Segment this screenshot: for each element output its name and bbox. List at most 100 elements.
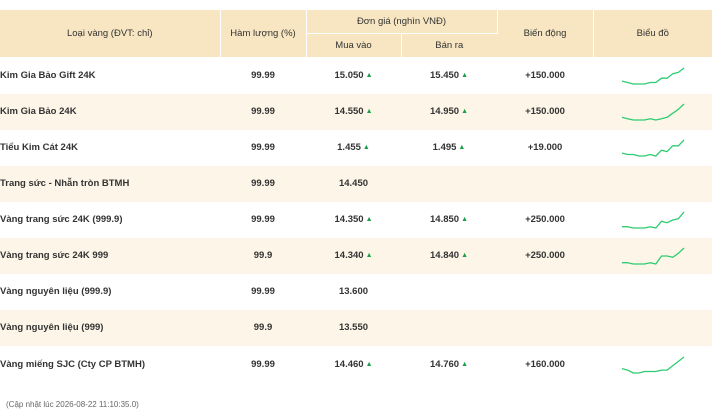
change-cell	[497, 165, 594, 202]
buy-price-cell: 13.550	[306, 309, 401, 346]
purity-value: 99.99	[251, 359, 275, 370]
sparkline-cell	[593, 202, 712, 238]
purity-value: 99.99	[251, 70, 275, 81]
change-value: +250.000	[525, 214, 565, 225]
sparkline-path	[621, 66, 684, 85]
purity-cell: 99.99	[220, 130, 306, 166]
gold-type-name: Vàng trang sức 24K (999.9)	[0, 214, 123, 225]
change-cell	[497, 274, 593, 310]
buy-price-cell: 13.600	[306, 274, 401, 310]
purity-value: 99.99	[251, 142, 275, 153]
sparkline-path	[621, 355, 684, 374]
buy-price-value: 14.550	[334, 106, 364, 117]
purity-value: 99.99	[251, 106, 275, 117]
table-row: Vàng nguyên liệu (999) 99.9 13.550	[0, 309, 713, 346]
buy-price-cell: 14.450	[306, 165, 401, 202]
table-row: Trang sức - Nhẫn tròn BTMH 99.99 14.450	[0, 165, 713, 202]
change-cell: +250.000	[497, 237, 594, 274]
trend-sparkline	[621, 103, 684, 121]
sparkline-cell	[593, 309, 713, 346]
up-arrow-icon: ▲	[461, 216, 468, 223]
up-arrow-icon: ▲	[362, 144, 370, 151]
gold-type-cell: Trang sức - Nhẫn tròn BTMH	[0, 165, 220, 202]
change-cell	[497, 309, 594, 346]
buy-price-cell: 14.460 ▲	[306, 346, 401, 384]
purity-cell: 99.99	[220, 57, 306, 94]
trend-sparkline	[621, 247, 684, 265]
last-updated-text: (Cập nhật lúc 2026-08-22 11:10:35.0)	[6, 400, 139, 409]
sparkline-path	[621, 211, 685, 229]
up-arrow-icon: ▲	[461, 72, 468, 79]
up-arrow-icon: ▲	[365, 216, 373, 223]
change-cell: +150.000	[497, 93, 594, 130]
change-value: +19.000	[527, 142, 563, 153]
change-value: +250.000	[525, 250, 565, 261]
table-row: Vàng nguyên liệu (999.9) 99.99 13.600	[0, 274, 712, 310]
change-value: +150.000	[525, 70, 565, 81]
change-value: +150.000	[525, 106, 565, 117]
col-header-unit-price: Đơn giá (nghìn VNĐ)	[306, 10, 498, 34]
sell-price-cell: 14.950 ▲	[401, 93, 498, 130]
purity-cell: 99.9	[220, 309, 306, 346]
purity-cell: 99.9	[220, 237, 306, 274]
buy-price-cell: 15.050 ▲	[306, 57, 401, 94]
sell-price-value: 14.850	[430, 214, 460, 225]
gold-type-name: Kim Gia Bảo Gift 24K	[0, 70, 96, 81]
sell-price-value: 14.840	[430, 250, 460, 261]
sparkline-cell	[593, 93, 713, 130]
purity-cell: 99.99	[220, 274, 306, 310]
buy-price-value: 13.600	[338, 286, 369, 297]
sparkline-cell	[593, 57, 712, 94]
col-header-buy: Mua vào	[306, 33, 402, 58]
table-row: Tiểu Kim Cát 24K 99.99 1.455 ▲ 1.495 ▲ +19.000	[0, 130, 712, 166]
sell-price-value: 14.760	[430, 359, 460, 370]
sparkline-cell	[593, 237, 713, 274]
sell-price-cell: 15.450 ▲	[401, 57, 497, 94]
gold-type-name: Vàng nguyên liệu (999.9)	[0, 286, 112, 297]
purity-value: 99.9	[253, 322, 273, 333]
sell-price-cell: 14.850 ▲	[401, 202, 497, 238]
up-arrow-icon: ▲	[365, 361, 373, 368]
sell-price-cell: 1.495 ▲	[401, 130, 497, 166]
sell-price-value: 15.450	[430, 70, 460, 81]
purity-cell: 99.99	[220, 93, 306, 130]
gold-type-name: Tiểu Kim Cát 24K	[0, 142, 78, 153]
col-header-sell: Bán ra	[401, 33, 498, 58]
sell-price-value: 14.950	[430, 106, 460, 117]
change-cell: +250.000	[497, 202, 593, 238]
purity-value: 99.99	[251, 178, 275, 189]
sell-price-cell	[401, 165, 498, 202]
trend-sparkline	[621, 66, 684, 85]
gold-type-cell: Vàng miếng SJC (Cty CP BTMH)	[0, 346, 220, 384]
gold-price-table: Loại vàng (ĐVT: chỉ) Hàm lượng (%) Đơn g…	[0, 10, 713, 384]
gold-type-name: Trang sức - Nhẫn tròn BTMH	[0, 178, 130, 189]
gold-type-cell: Vàng nguyên liệu (999.9)	[0, 274, 220, 310]
change-value: +160.000	[525, 359, 565, 370]
up-arrow-icon: ▲	[461, 361, 468, 368]
up-arrow-icon: ▲	[365, 108, 373, 115]
gold-type-name: Vàng trang sức 24K 999	[0, 250, 109, 261]
sparkline-cell	[593, 165, 713, 202]
buy-price-value: 14.350	[334, 214, 364, 225]
table-row: Kim Gia Bảo 24K 99.99 14.550 ▲ 14.950 ▲ +150.0…	[0, 93, 713, 130]
buy-price-cell: 14.550 ▲	[306, 93, 401, 130]
sparkline-cell	[593, 130, 712, 166]
gold-type-cell: Kim Gia Bảo Gift 24K	[0, 57, 220, 94]
sparkline-path	[621, 103, 684, 121]
trend-sparkline	[621, 139, 684, 157]
table-row: Kim Gia Bảo Gift 24K 99.99 15.050 ▲ 15.450 ▲ +…	[0, 57, 712, 94]
sell-price-cell	[401, 274, 497, 310]
purity-cell: 99.99	[220, 346, 306, 384]
gold-type-name: Vàng miếng SJC (Cty CP BTMH)	[0, 359, 145, 370]
purity-cell: 99.99	[220, 202, 306, 238]
sell-price-cell: 14.760 ▲	[401, 346, 497, 384]
col-header-chart: Biểu đồ	[593, 10, 713, 58]
up-arrow-icon: ▲	[365, 72, 373, 79]
gold-type-cell: Vàng trang sức 24K (999.9)	[0, 202, 220, 238]
change-cell: +160.000	[497, 346, 593, 384]
purity-cell: 99.99	[220, 165, 306, 202]
gold-type-cell: Kim Gia Bảo 24K	[0, 93, 220, 130]
buy-price-value: 13.550	[338, 322, 369, 333]
gold-type-name: Kim Gia Bảo 24K	[0, 106, 77, 117]
table-row: Vàng miếng SJC (Cty CP BTMH) 99.99 14.460 ▲…	[0, 346, 712, 384]
